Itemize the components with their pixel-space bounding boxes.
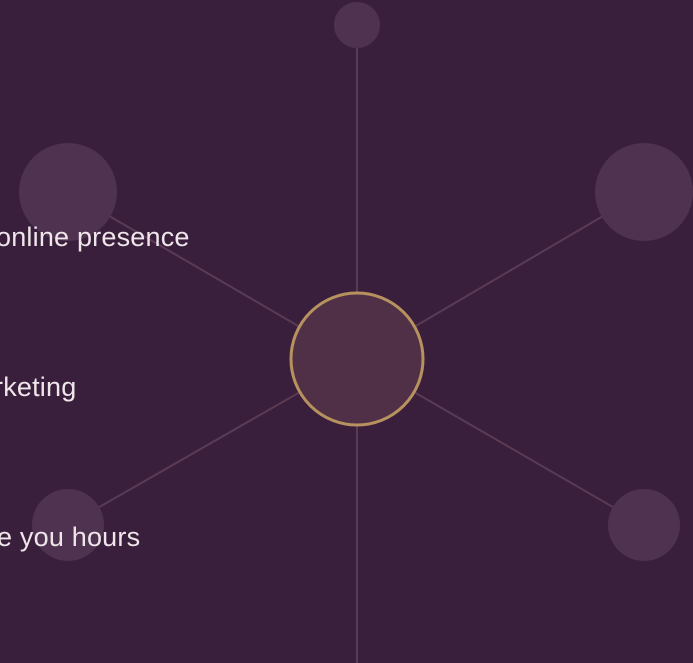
spoke-lower-right: [413, 391, 645, 526]
bullet-text-3: e you hours: [0, 522, 141, 552]
node-top: [334, 2, 380, 48]
slide-canvas: online presence rketing e you hours: [0, 0, 693, 663]
bullet-text-2: rketing: [0, 372, 77, 402]
hub-spoke-diagram: [19, 2, 693, 663]
node-upper-right: [595, 143, 693, 241]
node-lower-right: [608, 489, 680, 561]
spoke-lower-left: [67, 391, 301, 526]
bullet-text-1: online presence: [0, 222, 190, 252]
hub-circle: [289, 291, 425, 427]
